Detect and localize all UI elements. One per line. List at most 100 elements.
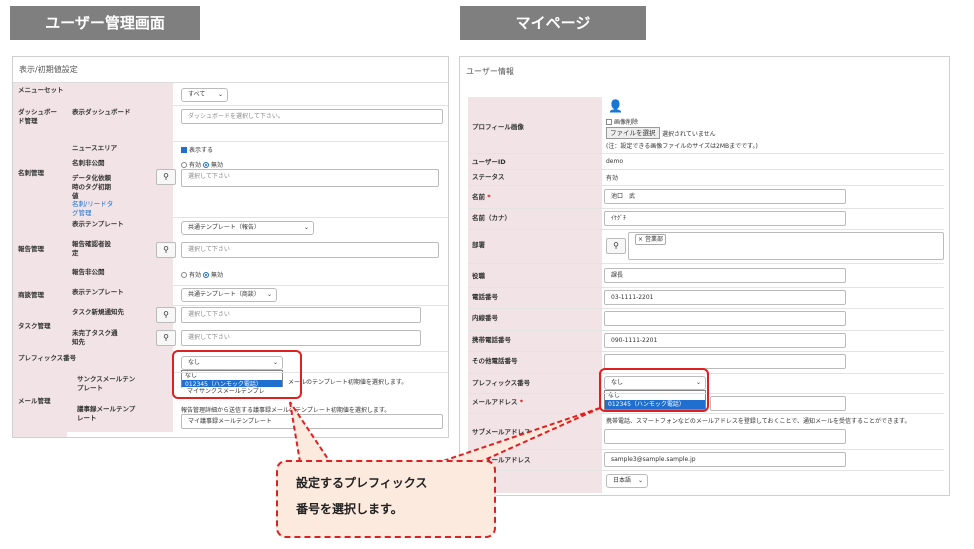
choose-file-button[interactable]: ファイルを選択 [606, 127, 660, 139]
radio-label: 無効 [210, 162, 223, 169]
radio-on-icon [202, 272, 209, 278]
minutes-template-label: 議事録メールテンプレート [67, 402, 173, 432]
dashboard-input[interactable]: ダッシュボードを選択して下さい。 [181, 109, 443, 124]
task-undone-text: 未完了タスク通知先 [72, 329, 118, 346]
callout-text: 設定するプレフィックス [296, 476, 428, 490]
radio-off-icon [181, 272, 187, 278]
status-value: 有効 [606, 175, 619, 182]
email-input[interactable] [710, 396, 846, 411]
checkbox-icon [606, 119, 612, 125]
report-confirm-search-button[interactable]: ⚲ [156, 242, 176, 258]
task-new-search-button[interactable]: ⚲ [156, 307, 176, 323]
radio-label: 有効 [189, 272, 202, 279]
prefix-label: プレフィックス番号 [13, 351, 173, 372]
dashboard-sub-label: 表示ダッシュボード [67, 105, 173, 141]
email-label: メールアドレス * [472, 398, 523, 407]
task-management-label: タスク管理 [13, 305, 67, 351]
chevron-down-icon: ⌄ [266, 291, 272, 298]
tab-user-management: ユーザー管理画面 [10, 6, 200, 40]
name-label-text: 名前 [472, 193, 485, 201]
chevron-down-icon: ⌄ [637, 477, 643, 484]
minutes-template-select[interactable]: マイ議事録メールテンプレート [181, 414, 443, 429]
mobile-label: 携帯電話番号 [472, 336, 511, 344]
callout-text: 番号を選択します。 [296, 502, 403, 516]
other-phone-label: その他電話番号 [472, 357, 518, 365]
panel-title: ユーザー情報 [466, 67, 514, 76]
thanks-template-label: サンクスメールテンプレート [67, 372, 173, 402]
report-confirm-input[interactable]: 選択して下さい [181, 242, 439, 258]
tag-init-label: データ化依頼時のタグ初期値 [72, 174, 111, 200]
deal-template-select[interactable]: 共通テンプレート（商談） ⌄ [181, 288, 277, 302]
search-icon: ⚲ [163, 310, 169, 319]
checkbox-icon [181, 147, 187, 153]
dashboard-label: ダッシュボード管理 [13, 105, 67, 141]
file-status-text: 選択されていません [662, 131, 716, 138]
mobile-email-input[interactable]: sample3@sample.sample.jp [604, 452, 846, 467]
search-icon: ⚲ [163, 333, 169, 342]
name-label: 名前 * [472, 193, 491, 202]
name-kana-input[interactable]: ｲｹｸﾞﾁ [604, 211, 846, 226]
report-template-label: 表示テンプレート [67, 217, 173, 237]
deal-template-label: 表示テンプレート [67, 285, 173, 305]
tag-search-button[interactable]: ⚲ [156, 169, 176, 185]
sub-email-input[interactable] [604, 429, 846, 444]
delete-image-checkbox[interactable]: 画像削除 [606, 117, 638, 126]
sub-email-label: サブメールアドレス [472, 428, 531, 436]
deal-management-label: 商談管理 [13, 285, 67, 305]
user-avatar-icon: 👤 [608, 99, 623, 113]
radio-label: 無効 [210, 272, 223, 279]
language-select[interactable]: 日本語 ⌄ [606, 474, 648, 488]
prefix-label: プレフィックス番号 [472, 379, 531, 387]
report-hide-radio-group[interactable]: 有効 無効 [181, 270, 223, 279]
tag-management-link[interactable]: 名刺/リードタグ管理 [72, 200, 116, 218]
chevron-down-icon: ⌄ [217, 91, 223, 98]
search-icon: ⚲ [163, 245, 169, 254]
phone-input[interactable]: 03-1111-2201 [604, 290, 846, 305]
profile-image-label: プロフィール画像 [472, 123, 524, 131]
mail-management-label: メール管理 [13, 372, 67, 437]
radio-on-icon [202, 162, 209, 168]
language-value: 日本語 [613, 477, 632, 484]
sub-email-note: 携帯電話、スマートフォンなどのメールアドレスを登録しておくことで、通知メールを受… [606, 418, 911, 425]
user-id-value: demo [606, 158, 624, 165]
department-search-button[interactable]: ⚲ [606, 238, 626, 254]
user-id-label: ユーザーID [472, 158, 506, 166]
news-area-option: 表示する [189, 147, 214, 154]
name-kana-label: 名前（カナ） [472, 214, 511, 222]
radio-label: 有効 [189, 162, 202, 169]
menu-set-select[interactable]: すべて ⌄ [181, 88, 228, 102]
thanks-template-text: サンクスメールテンプレート [77, 375, 136, 392]
tag-init-input[interactable]: 選択して下さい [181, 169, 439, 187]
deal-template-value: 共通テンプレート（商談） [188, 291, 260, 298]
image-size-note: (注：設定できる画像ファイルのサイズは2MBまでです。) [606, 143, 758, 150]
extension-input[interactable] [604, 311, 846, 326]
chevron-down-icon: ⌄ [303, 224, 309, 231]
position-input[interactable]: 課長 [604, 268, 846, 283]
phone-label: 電話番号 [472, 293, 498, 301]
name-input[interactable]: 池口 武 [604, 189, 846, 204]
other-phone-input[interactable] [604, 354, 846, 369]
search-icon: ⚲ [163, 172, 169, 181]
task-undone-search-button[interactable]: ⚲ [156, 330, 176, 346]
department-label: 部署 [472, 241, 485, 249]
news-area-label: ニュースエリア [67, 141, 173, 156]
hide-card-radio-group[interactable]: 有効 無効 [181, 160, 223, 169]
tab-my-page: マイページ [460, 6, 646, 40]
radio-off-icon [181, 162, 187, 168]
prefix-highlight-box [172, 350, 302, 399]
report-management-label: 報告管理 [13, 217, 67, 285]
required-mark: * [487, 193, 491, 201]
close-icon[interactable]: × [638, 236, 643, 243]
menu-set-value: すべて [188, 91, 206, 98]
task-undone-notify-input[interactable]: 選択して下さい [181, 330, 421, 346]
task-new-notify-input[interactable]: 選択して下さい [181, 307, 421, 323]
report-template-select[interactable]: 共通テンプレート（報告） ⌄ [181, 221, 314, 235]
minutes-template-help: 報告管理詳細から送信する議事録メールのテンプレート初期値を選択します。 [181, 407, 391, 414]
prefix-highlight-box [599, 368, 709, 412]
department-field[interactable]: × 営業部 [628, 232, 944, 260]
report-hide-label: 報告非公開 [67, 265, 173, 285]
news-area-checkbox[interactable]: 表示する [181, 145, 213, 154]
panel-title: 表示/初期値設定 [13, 57, 448, 83]
department-tag[interactable]: × 営業部 [635, 234, 666, 245]
mobile-input[interactable]: 090-1111-2201 [604, 333, 846, 348]
